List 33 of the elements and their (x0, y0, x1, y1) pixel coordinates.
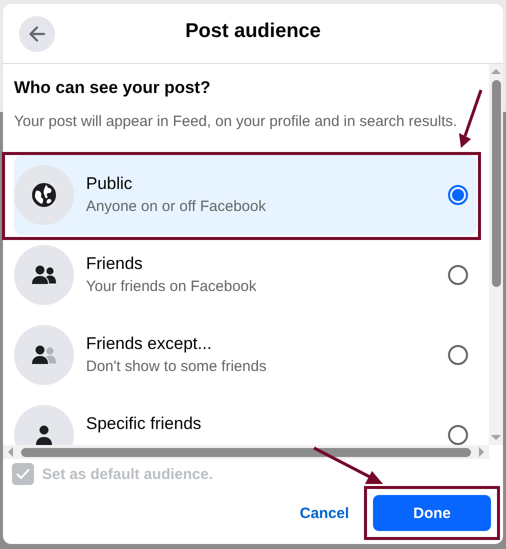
annotation-arrow (459, 90, 482, 148)
annotation-arrow (313, 446, 383, 484)
scroll-up-icon[interactable] (491, 68, 501, 74)
option-title: Specific friends (86, 414, 202, 434)
friends-icon (31, 344, 57, 366)
back-arrow-icon (27, 24, 47, 44)
vertical-scrollbar[interactable] (489, 64, 503, 445)
checkbox-label: Set as default audience. (42, 466, 213, 482)
dialog-title: Post audience (185, 20, 321, 43)
back-button[interactable] (19, 16, 55, 52)
scroll-down-icon[interactable] (491, 435, 501, 441)
option-title: Public (86, 174, 134, 194)
audience-option[interactable]: Friends Your friends on Facebook (14, 235, 477, 315)
audience-option[interactable]: Public Anyone on or off Facebook (14, 155, 477, 235)
done-button[interactable]: Done (373, 495, 491, 531)
radio-button[interactable] (448, 185, 468, 205)
person-icon (33, 424, 55, 445)
audience-option[interactable]: Friends except... Don't show to some friends (14, 315, 477, 395)
friends-icon (31, 264, 57, 286)
radio-button[interactable] (448, 265, 468, 285)
scroll-left-icon[interactable] (7, 447, 13, 457)
check-icon (16, 468, 30, 480)
option-subtitle: Your friends on Facebook (86, 277, 258, 296)
option-subtitle: Anyone on or off Facebook (86, 197, 267, 216)
globe-icon (31, 182, 57, 208)
option-subtitle: Don't show to some friends (86, 357, 268, 376)
scroll-right-icon[interactable] (479, 447, 485, 457)
radio-button[interactable] (448, 345, 468, 365)
cancel-button[interactable]: Cancel (288, 496, 361, 530)
description-text: Your post will appear in Feed, on your profile and in search results. (14, 112, 458, 132)
section-heading: Who can see your post? (14, 78, 212, 98)
option-title: Friends (86, 254, 144, 274)
option-title: Friends except... (86, 334, 213, 354)
